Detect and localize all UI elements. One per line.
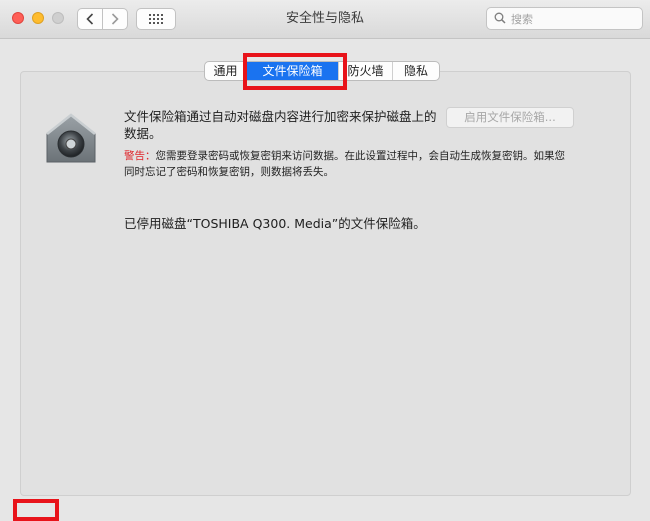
back-button[interactable] — [77, 8, 103, 30]
warning-label: 警告： — [124, 150, 156, 162]
zoom-button[interactable] — [52, 12, 64, 24]
filevault-description: 文件保险箱通过自动对磁盘内容进行加密来保护磁盘上的数据。 — [124, 109, 437, 141]
forward-arrow-icon — [111, 13, 119, 25]
lock-button-highlight — [13, 499, 59, 521]
tab-general[interactable]: 通用 — [205, 62, 247, 80]
warning-text: 您需要登录密码或恢复密钥来访问数据。在此设置过程中，会自动生成恢复密钥。如果您同… — [124, 150, 565, 178]
search-input[interactable] — [509, 9, 641, 30]
minimize-button[interactable] — [32, 12, 44, 24]
close-button[interactable] — [12, 12, 24, 24]
tab-filevault[interactable]: 文件保险箱 — [247, 62, 339, 80]
show-all-button[interactable] — [136, 8, 176, 30]
filevault-warning: 警告：您需要登录密码或恢复密钥来访问数据。在此设置过程中，会自动生成恢复密钥。如… — [124, 148, 574, 180]
title-bar: 安全性与隐私 — [0, 0, 650, 39]
lock-house-icon — [46, 113, 96, 163]
search-icon — [494, 12, 506, 24]
tab-privacy[interactable]: 隐私 — [393, 62, 439, 80]
tab-bar: 通用 文件保险箱 防火墙 隐私 — [204, 61, 440, 81]
enable-filevault-button[interactable]: 启用文件保险箱... — [446, 107, 574, 128]
show-all-grid-icon — [149, 14, 163, 24]
tab-firewall[interactable]: 防火墙 — [339, 62, 393, 80]
back-arrow-icon — [86, 13, 94, 25]
forward-button[interactable] — [102, 8, 128, 30]
filevault-status: 已停用磁盘“TOSHIBA Q300. Media”的文件保险箱。 — [124, 216, 426, 231]
search-field[interactable] — [486, 7, 643, 30]
